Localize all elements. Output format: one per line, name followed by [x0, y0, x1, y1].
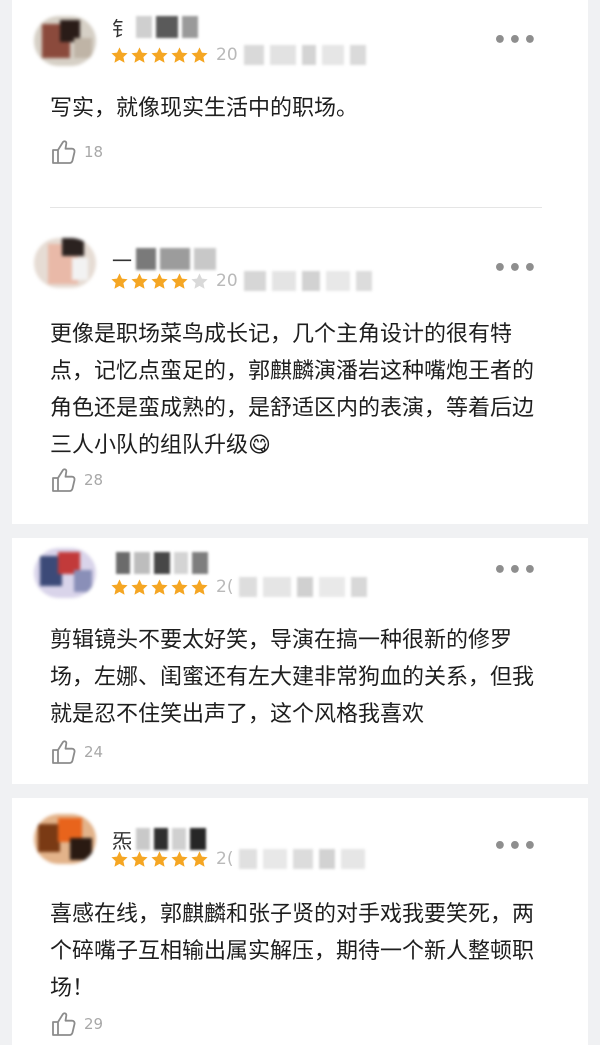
star-icon	[170, 46, 189, 65]
username[interactable]: 一	[112, 246, 216, 273]
review-card: 钅 20 ••• 写实，就像现实生活中的职场。 18	[12, 0, 588, 208]
review-date: 20	[216, 270, 372, 292]
like-button[interactable]: 18	[50, 138, 103, 166]
date-text: 2(	[216, 849, 234, 869]
star-icon	[110, 46, 129, 65]
avatar[interactable]	[34, 814, 96, 864]
star-icon	[130, 578, 149, 597]
review-text: 剪辑镜头不要太好笑，导演在搞一种很新的修罗场，左娜、闺蜜还有左大建非常狗血的关系…	[50, 628, 535, 727]
star-icon	[150, 850, 169, 869]
star-icon	[110, 578, 129, 597]
star-icon	[130, 46, 149, 65]
more-dots-icon[interactable]: •••	[493, 30, 538, 52]
star-icon	[150, 46, 169, 65]
star-icon	[170, 272, 189, 291]
review-card: 2( ••• 剪辑镜头不要太好笑，导演在搞一种很新的修罗场，左娜、闺蜜还有左大建…	[12, 538, 588, 784]
username-text: 钅	[112, 16, 132, 41]
review-text: 喜感在线，郭麒麟和张子贤的对手戏我要笑死，两个碎嘴子互相输出属实解压，期待一个新…	[50, 902, 535, 1001]
review-date: 2(	[216, 848, 366, 870]
review-date: 2(	[216, 576, 368, 598]
like-count: 18	[84, 143, 104, 161]
like-button[interactable]: 24	[50, 738, 103, 766]
thumbs-up-icon	[50, 138, 78, 166]
like-button[interactable]: 28	[50, 466, 103, 494]
like-count: 24	[84, 743, 104, 761]
star-icon	[130, 850, 149, 869]
star-icon	[110, 850, 129, 869]
star-icon	[150, 272, 169, 291]
star-empty-icon	[190, 272, 209, 291]
username[interactable]: 炁	[112, 826, 206, 853]
username[interactable]: 钅	[112, 14, 198, 41]
star-icon	[150, 578, 169, 597]
more-dots-icon[interactable]: •••	[493, 560, 538, 582]
avatar[interactable]	[34, 548, 96, 598]
star-icon	[190, 46, 209, 65]
rating-stars	[110, 850, 209, 869]
username[interactable]	[112, 550, 208, 576]
star-icon	[190, 578, 209, 597]
username-text: 一	[112, 248, 132, 273]
review-card: 炁 2( ••• 喜感在线，郭麒麟和张子贤的对手戏我要笑死，两个碎嘴子互相输出属…	[12, 798, 588, 1045]
date-text: 2(	[216, 577, 234, 597]
review-card: 一 20 ••• 更像是职场菜鸟成长记，几个主角设计的很有特点，记忆点蛮足的，郭…	[12, 208, 588, 524]
review-text: 更像是职场菜鸟成长记，几个主角设计的很有特点，记忆点蛮足的，郭麒麟演潘岩这种嘴炮…	[50, 322, 535, 458]
rating-stars	[110, 272, 209, 291]
more-dots-icon[interactable]: •••	[493, 258, 538, 280]
review-text: 写实，就像现实生活中的职场。	[50, 96, 359, 121]
more-dots-icon[interactable]: •••	[493, 836, 538, 858]
star-icon	[110, 272, 129, 291]
avatar[interactable]	[34, 238, 96, 288]
like-count: 28	[84, 471, 104, 489]
date-text: 20	[216, 271, 238, 291]
thumbs-up-icon	[50, 738, 78, 766]
thumbs-up-icon	[50, 466, 78, 494]
star-icon	[170, 578, 189, 597]
thumbs-up-icon	[50, 1010, 78, 1038]
review-date: 20	[216, 44, 366, 66]
date-text: 20	[216, 45, 238, 65]
like-count: 29	[84, 1015, 104, 1033]
star-icon	[130, 272, 149, 291]
star-icon	[170, 850, 189, 869]
rating-stars	[110, 578, 209, 597]
star-icon	[190, 850, 209, 869]
rating-stars	[110, 46, 209, 65]
like-button[interactable]: 29	[50, 1010, 103, 1038]
avatar[interactable]	[34, 16, 96, 66]
